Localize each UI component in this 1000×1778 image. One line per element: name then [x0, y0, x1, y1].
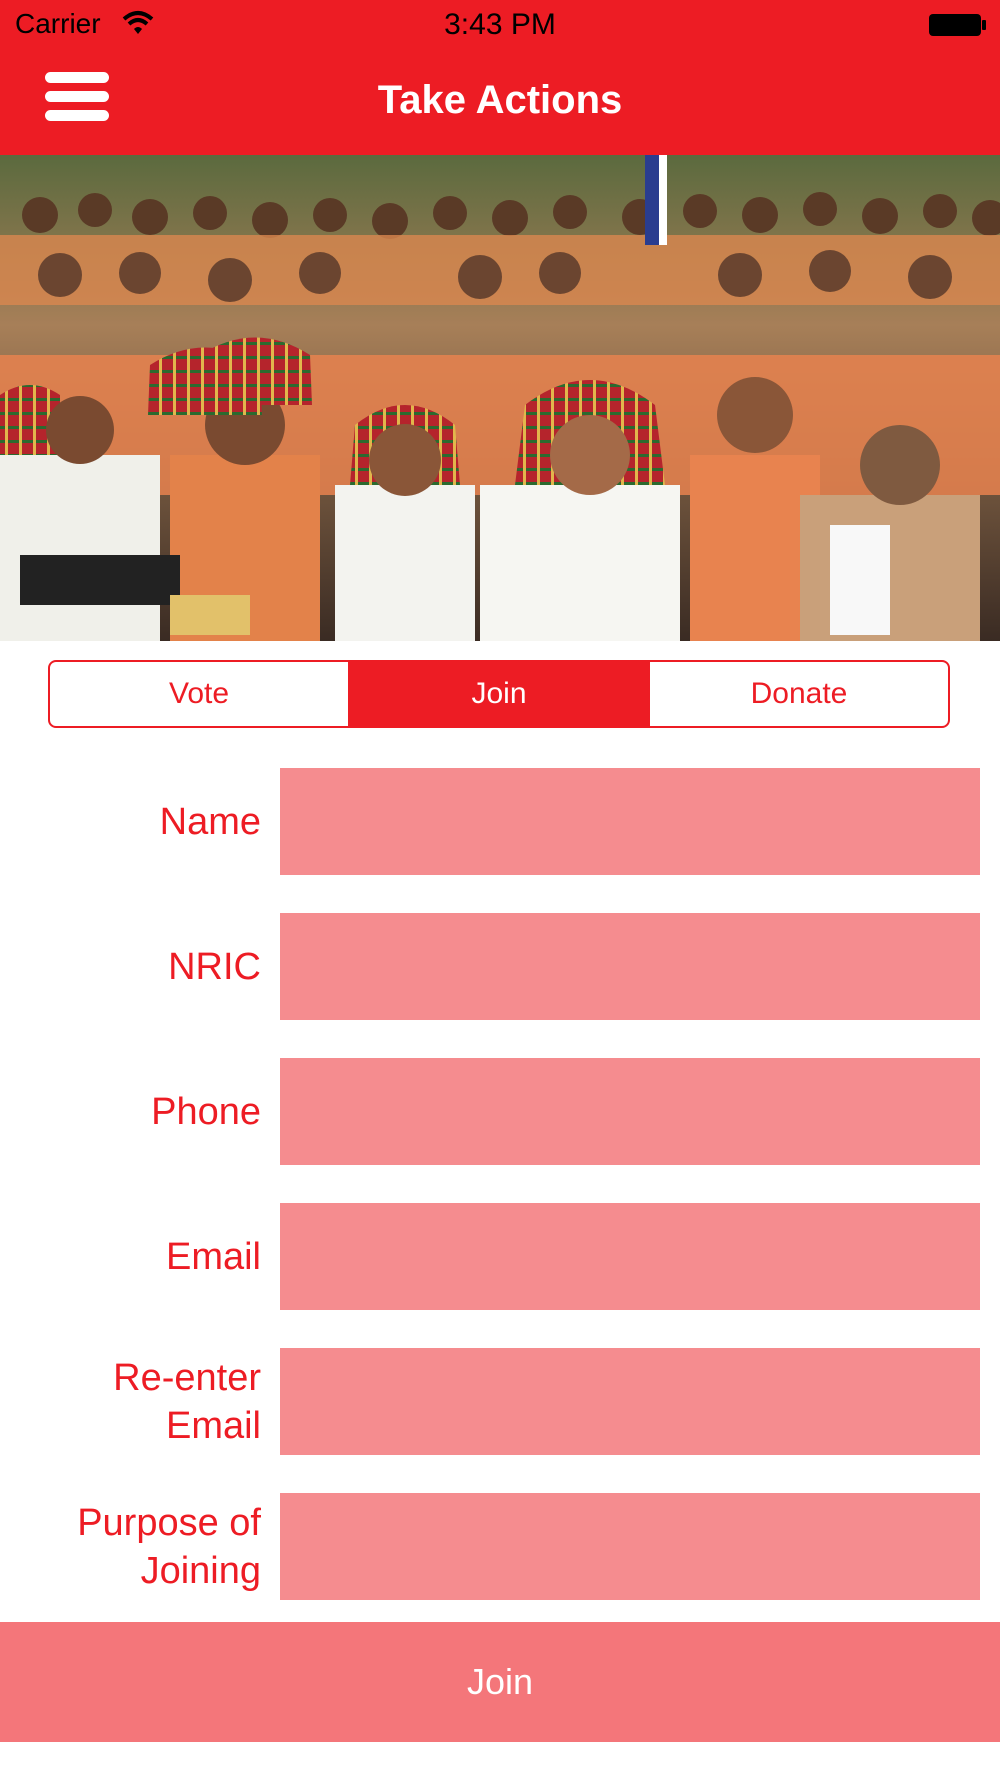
nric-field[interactable] [280, 913, 980, 1020]
tab-join[interactable]: Join [348, 662, 648, 726]
purpose-field[interactable] [280, 1493, 980, 1600]
battery-icon [929, 14, 986, 36]
hero-image [0, 155, 1000, 641]
nric-label: NRIC [168, 945, 261, 988]
phone-label: Phone [151, 1090, 261, 1133]
crowd-photo-icon [0, 155, 1000, 641]
reenter-email-field[interactable] [280, 1348, 980, 1455]
name-label: Name [159, 800, 261, 843]
status-time: 3:43 PM [444, 8, 556, 41]
purpose-label: Purpose of Joining [77, 1501, 261, 1592]
tab-vote[interactable]: Vote [50, 662, 348, 726]
page-title: Take Actions [377, 78, 623, 122]
tab-donate[interactable]: Donate [648, 662, 948, 726]
nav-bar: Take Actions [0, 50, 1000, 155]
email-field[interactable] [280, 1203, 980, 1310]
form-row-phone: Phone [0, 1058, 1000, 1165]
reenter-email-label: Re-enter Email [113, 1356, 261, 1447]
form-row-name: Name [0, 768, 1000, 875]
name-field[interactable] [280, 768, 980, 875]
action-tabs: Vote Join Donate [48, 660, 950, 728]
form-row-purpose: Purpose of Joining [0, 1493, 1000, 1600]
form-row-reenter-email: Re-enter Email [0, 1348, 1000, 1455]
phone-field[interactable] [280, 1058, 980, 1165]
email-label: Email [165, 1235, 261, 1278]
form-row-nric: NRIC [0, 913, 1000, 1020]
status-bar: Carrier 3:43 PM [0, 0, 1000, 50]
join-button-label: Join [466, 1661, 534, 1702]
join-button[interactable]: Join [0, 1622, 1000, 1742]
form-row-email: Email [0, 1203, 1000, 1310]
